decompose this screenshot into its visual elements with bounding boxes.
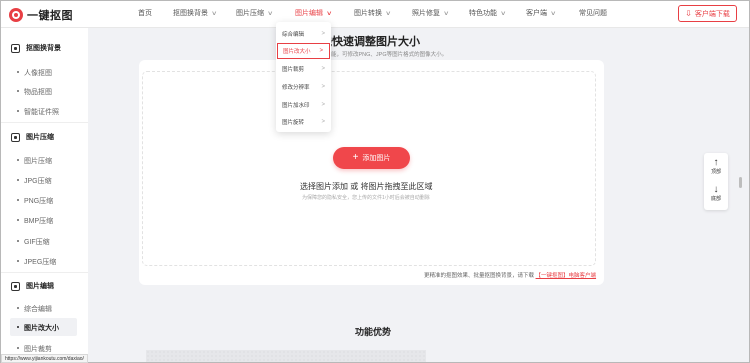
- nav-photo-repair[interactable]: 照片修复 ∨: [412, 8, 450, 18]
- feature-image-placeholder: [146, 350, 426, 362]
- sidebar-item[interactable]: GIF压缩: [17, 237, 50, 247]
- dropdown-item-general-edit[interactable]: 综合编辑 >: [276, 26, 331, 42]
- sidebar-section-compress[interactable]: 图片压缩: [11, 132, 54, 142]
- logo-text: 一键抠图: [27, 10, 73, 22]
- sidebar-item[interactable]: 综合编辑: [17, 304, 52, 314]
- nav-faq[interactable]: 常见问题: [579, 8, 607, 18]
- sidebar-section-edit[interactable]: 图片编辑: [11, 281, 54, 291]
- chevron-down-icon: ∨: [500, 11, 507, 17]
- dropdown-item-resize[interactable]: 图片改大小 >: [277, 43, 330, 59]
- chevron-down-icon: ∨: [267, 11, 274, 17]
- compress-icon: [11, 132, 20, 142]
- sidebar-item[interactable]: 物品抠图: [17, 87, 52, 97]
- logo[interactable]: 一键抠图: [9, 7, 73, 23]
- drop-instructions: 选择图片添加 或 将图片拖拽至此区域: [300, 182, 433, 191]
- sidebar-item-selected[interactable]: 图片改大小: [17, 323, 59, 333]
- scroll-float-panel: ↑ 顶部 ↓ 底部: [704, 153, 728, 210]
- arrow-up-icon: ↑: [713, 157, 719, 168]
- sidebar-item[interactable]: 图片压缩: [17, 156, 52, 166]
- arrow-down-icon: ↓: [713, 184, 719, 195]
- chevron-down-icon: ∨: [550, 11, 557, 17]
- nav-home[interactable]: 首页: [138, 8, 152, 18]
- chevron-right-icon: >: [321, 66, 325, 72]
- nav-features[interactable]: 特色功能 ∨: [469, 8, 507, 18]
- dropdown-item-resolution[interactable]: 修改分辨率 >: [276, 79, 331, 95]
- scroll-bottom-button[interactable]: ↓ 底部: [704, 185, 728, 203]
- dropdown-item-watermark[interactable]: 图片加水印 >: [276, 97, 331, 113]
- client-download-link[interactable]: 【一键抠图】电脑客户端: [536, 273, 597, 279]
- chevron-down-icon: ∨: [326, 11, 333, 17]
- image-edit-dropdown: 综合编辑 > 图片改大小 > 图片裁剪 > 修改分辨率 > 图片加水印 > 图片旋转 >: [276, 22, 331, 132]
- sidebar-item[interactable]: 图片裁剪: [17, 344, 52, 354]
- nav-client[interactable]: 客户端 ∨: [526, 8, 557, 18]
- scrollbar-thumb[interactable]: [739, 177, 742, 188]
- features-heading: 功能优势: [355, 327, 392, 337]
- divider: [1, 272, 88, 273]
- sidebar-item[interactable]: PNG压缩: [16, 196, 53, 206]
- sidebar-item[interactable]: 人像抠图: [17, 68, 52, 78]
- nav-image-convert[interactable]: 图片转换 ∨: [354, 8, 392, 18]
- nav-image-edit[interactable]: 图片编辑 ∨: [295, 8, 333, 18]
- logo-icon: [9, 8, 23, 22]
- client-footnote: 更精准的抠图效果、批量抠图换背景，请下载 【一键抠图】电脑客户端: [424, 273, 597, 279]
- download-icon: ⇩: [685, 9, 692, 18]
- chevron-right-icon: >: [319, 48, 323, 54]
- client-download-button[interactable]: ⇩ 客户端下载: [678, 5, 737, 22]
- add-image-button[interactable]: + 添加图片: [333, 147, 410, 169]
- chevron-right-icon: >: [321, 31, 325, 37]
- privacy-note: 为保障您的隐私安全，您上传的文件1小时后会被自动删除: [302, 195, 430, 201]
- sidebar-item[interactable]: JPEG压缩: [16, 257, 56, 267]
- divider: [1, 122, 88, 123]
- nav-image-compress[interactable]: 图片压缩 ∨: [236, 8, 274, 18]
- chevron-right-icon: >: [321, 102, 325, 108]
- image-icon: [11, 43, 20, 53]
- chevron-right-icon: >: [321, 119, 325, 125]
- chevron-down-icon: ∨: [385, 11, 392, 17]
- sidebar-item[interactable]: 智能证件照: [17, 107, 59, 117]
- chevron-down-icon: ∨: [211, 11, 218, 17]
- dropdown-item-crop[interactable]: 图片裁剪 >: [276, 61, 331, 77]
- scrollbar[interactable]: [742, 28, 749, 362]
- edit-icon: [11, 281, 20, 291]
- sidebar-section-cutout[interactable]: 抠图换背景: [11, 43, 61, 53]
- plus-icon: +: [352, 152, 359, 163]
- page-subtitle: 小功能，可修改PNG、JPG等图片格式的图像大小。: [320, 52, 448, 58]
- chevron-right-icon: >: [321, 84, 325, 90]
- dropdown-item-rotate[interactable]: 图片旋转 >: [276, 114, 331, 130]
- nav-cutout-background[interactable]: 抠图换背景 ∨: [173, 8, 218, 18]
- scroll-top-button[interactable]: ↑ 顶部: [704, 158, 728, 176]
- chevron-down-icon: ∨: [443, 11, 450, 17]
- sidebar-item[interactable]: BMP压缩: [16, 216, 53, 226]
- sidebar-item[interactable]: JPG压缩: [17, 176, 52, 186]
- status-bar-url: https://www.yijiankoutu.com/daxiao/: [1, 354, 88, 363]
